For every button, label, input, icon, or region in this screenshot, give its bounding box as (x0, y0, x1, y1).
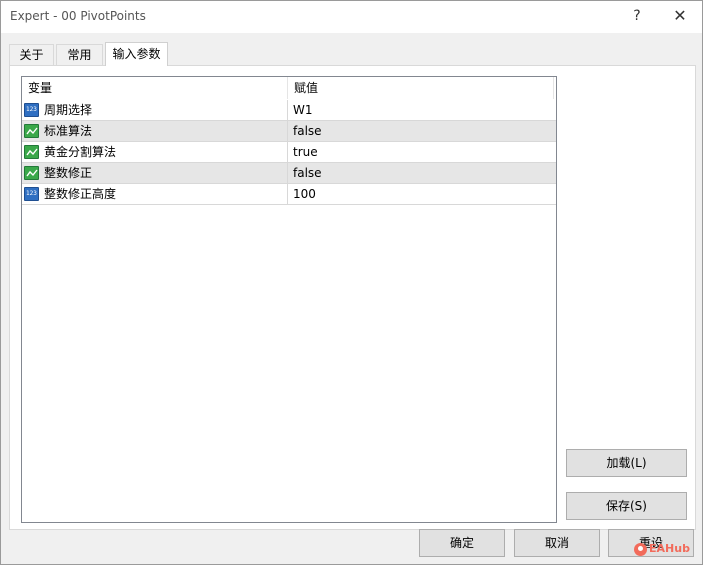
parameter-name-cell: 整数修正 (22, 163, 288, 183)
close-button[interactable]: ✕ (660, 3, 700, 29)
parameter-row[interactable]: 黄金分割算法 true (22, 142, 556, 163)
watermark-text: EAHub (649, 542, 690, 555)
parameter-value[interactable]: 100 (288, 184, 554, 204)
title-bar: Expert - 00 PivotPoints ? ✕ (1, 1, 702, 33)
column-header-value[interactable]: 赋值 (288, 77, 554, 99)
parameter-value[interactable]: true (288, 142, 554, 162)
boolean-icon (24, 145, 39, 159)
watermark: EAHub (634, 542, 690, 556)
parameter-name-cell: 黄金分割算法 (22, 142, 288, 162)
tab-about[interactable]: 关于 (9, 44, 54, 65)
parameter-name: 周期选择 (44, 103, 93, 117)
parameters-grid: 变量 赋值 周期选择 W1 标准算法 false (21, 76, 557, 523)
number-icon (24, 103, 39, 117)
parameter-name: 黄金分割算法 (44, 145, 117, 159)
parameter-name-cell: 整数修正高度 (22, 184, 288, 204)
ok-button[interactable]: 确定 (419, 529, 505, 557)
boolean-icon (24, 166, 39, 180)
parameter-row[interactable]: 标准算法 false (22, 121, 556, 142)
number-icon (24, 187, 39, 201)
parameter-name: 整数修正 (44, 166, 93, 180)
parameter-name-cell: 标准算法 (22, 121, 288, 141)
parameter-row[interactable]: 整数修正高度 100 (22, 184, 556, 205)
tab-inputs[interactable]: 输入参数 (105, 42, 168, 66)
column-header-variable[interactable]: 变量 (22, 77, 288, 99)
help-button[interactable]: ? (617, 3, 657, 29)
expert-properties-dialog: Expert - 00 PivotPoints ? ✕ 关于 常用 输入参数 变… (0, 0, 703, 565)
grid-header: 变量 赋值 (22, 77, 556, 99)
parameter-value[interactable]: W1 (288, 100, 554, 120)
save-button[interactable]: 保存(S) (566, 492, 687, 520)
window-title: Expert - 00 PivotPoints (10, 9, 146, 23)
watermark-logo-icon (634, 542, 647, 556)
boolean-icon (24, 124, 39, 138)
parameter-name-cell: 周期选择 (22, 100, 288, 120)
tab-common[interactable]: 常用 (56, 44, 103, 65)
parameter-name: 标准算法 (44, 124, 93, 138)
parameter-name: 整数修正高度 (44, 187, 117, 201)
parameter-row[interactable]: 周期选择 W1 (22, 100, 556, 121)
parameter-row[interactable]: 整数修正 false (22, 163, 556, 184)
parameter-value[interactable]: false (288, 121, 554, 141)
load-button[interactable]: 加载(L) (566, 449, 687, 477)
cancel-button[interactable]: 取消 (514, 529, 600, 557)
parameter-value[interactable]: false (288, 163, 554, 183)
